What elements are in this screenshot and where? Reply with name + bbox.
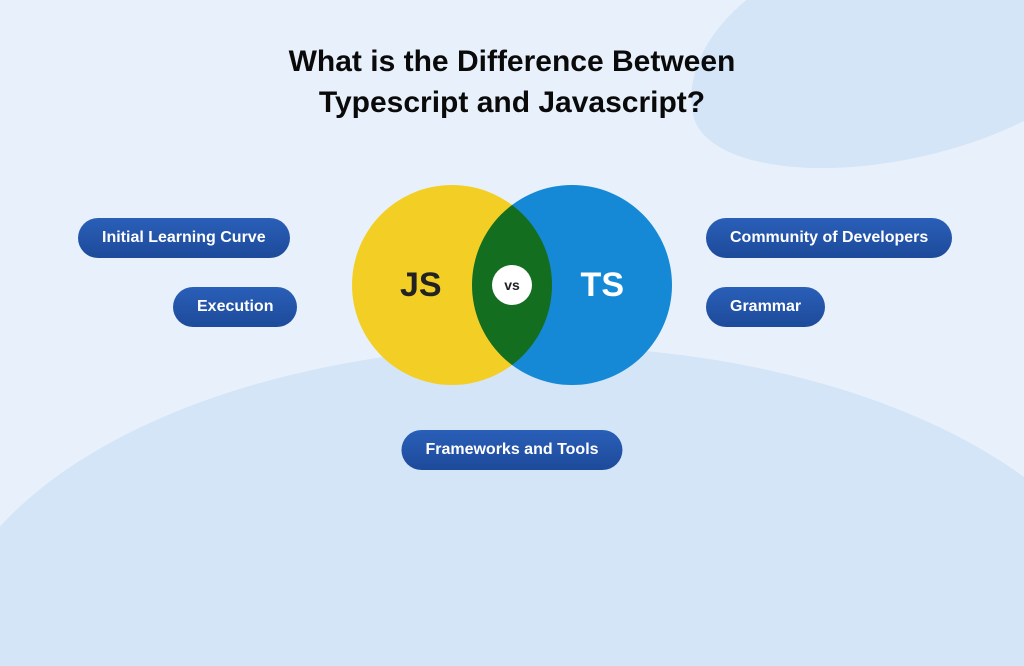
diagram-title: What is the Difference Between Typescrip… <box>0 0 1024 123</box>
pill-community-developers: Community of Developers <box>706 218 952 258</box>
pill-frameworks-tools: Frameworks and Tools <box>401 430 622 470</box>
pill-execution: Execution <box>173 287 297 327</box>
venn-diagram: JS TS vs <box>352 175 672 395</box>
vs-label: vs <box>504 277 520 293</box>
js-label: JS <box>400 266 442 305</box>
title-line-2: Typescript and Javascript? <box>319 86 705 119</box>
ts-label: TS <box>581 266 624 305</box>
vs-badge: vs <box>492 265 532 305</box>
title-line-1: What is the Difference Between <box>289 45 736 78</box>
pill-grammar: Grammar <box>706 287 825 327</box>
pill-initial-learning-curve: Initial Learning Curve <box>78 218 290 258</box>
